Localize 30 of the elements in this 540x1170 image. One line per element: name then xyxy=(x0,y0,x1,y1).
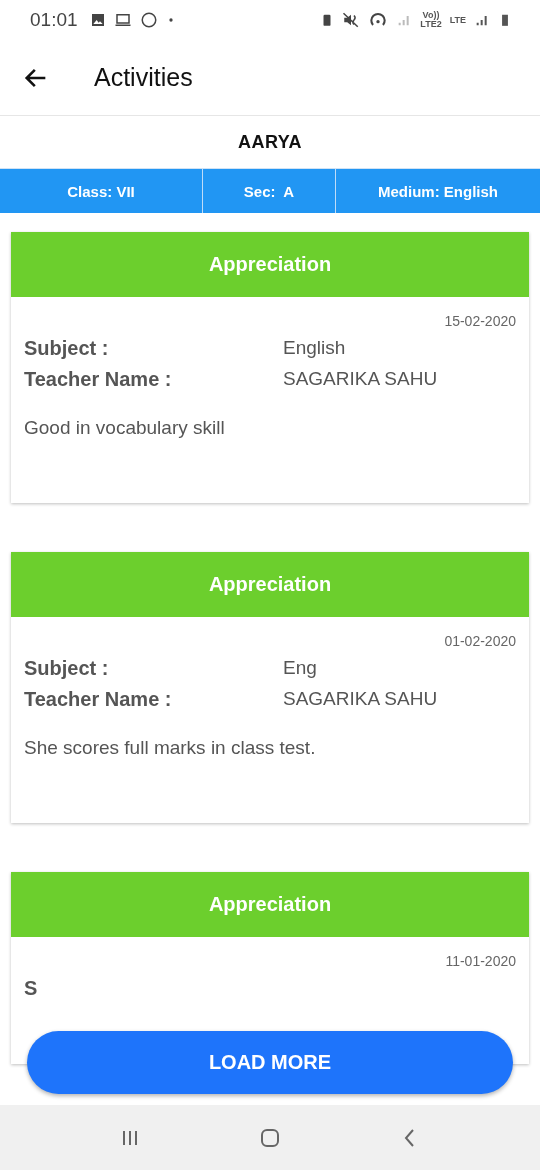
subject-label: Subject : xyxy=(24,337,110,360)
lte-label: LTE xyxy=(449,15,466,25)
activity-date: 01-02-2020 xyxy=(444,633,516,649)
activity-type-header: Appreciation xyxy=(11,872,529,937)
activity-date: 15-02-2020 xyxy=(444,313,516,329)
image-icon xyxy=(89,12,106,28)
subject-value: Eng xyxy=(283,657,318,680)
subject-label: S xyxy=(24,977,39,1000)
subject-value: English xyxy=(283,337,347,360)
laptop-icon xyxy=(113,11,132,29)
mute-icon xyxy=(342,11,361,29)
page-title: Activities xyxy=(94,63,193,92)
remark-text: Good in vocabulary skill xyxy=(24,417,226,439)
remark-text: She scores full marks in class test. xyxy=(24,737,317,759)
teacher-value: SAGARIKA SAHU xyxy=(283,368,439,391)
lte2-label: LTE2 xyxy=(420,20,442,29)
activity-date: 11-01-2020 xyxy=(445,953,516,969)
teacher-label: Teacher Name : xyxy=(24,368,173,391)
status-time: 01:01 xyxy=(30,9,78,31)
subject-label: Subject : xyxy=(24,657,110,680)
info-cell: Class: VII xyxy=(0,169,203,213)
info-cell-text: Medium: English xyxy=(377,181,499,202)
activity-type-header: Appreciation xyxy=(11,232,529,297)
activity-type-header: Appreciation xyxy=(11,552,529,617)
info-cell: Sec: A xyxy=(203,169,336,213)
load-more-button[interactable]: LOAD MORE xyxy=(27,1031,513,1094)
student-name: AARYA xyxy=(237,131,303,153)
teacher-label: Teacher Name : xyxy=(24,688,173,711)
teacher-value: SAGARIKA SAHU xyxy=(283,688,439,711)
volte-label: Vo)) xyxy=(422,11,440,20)
